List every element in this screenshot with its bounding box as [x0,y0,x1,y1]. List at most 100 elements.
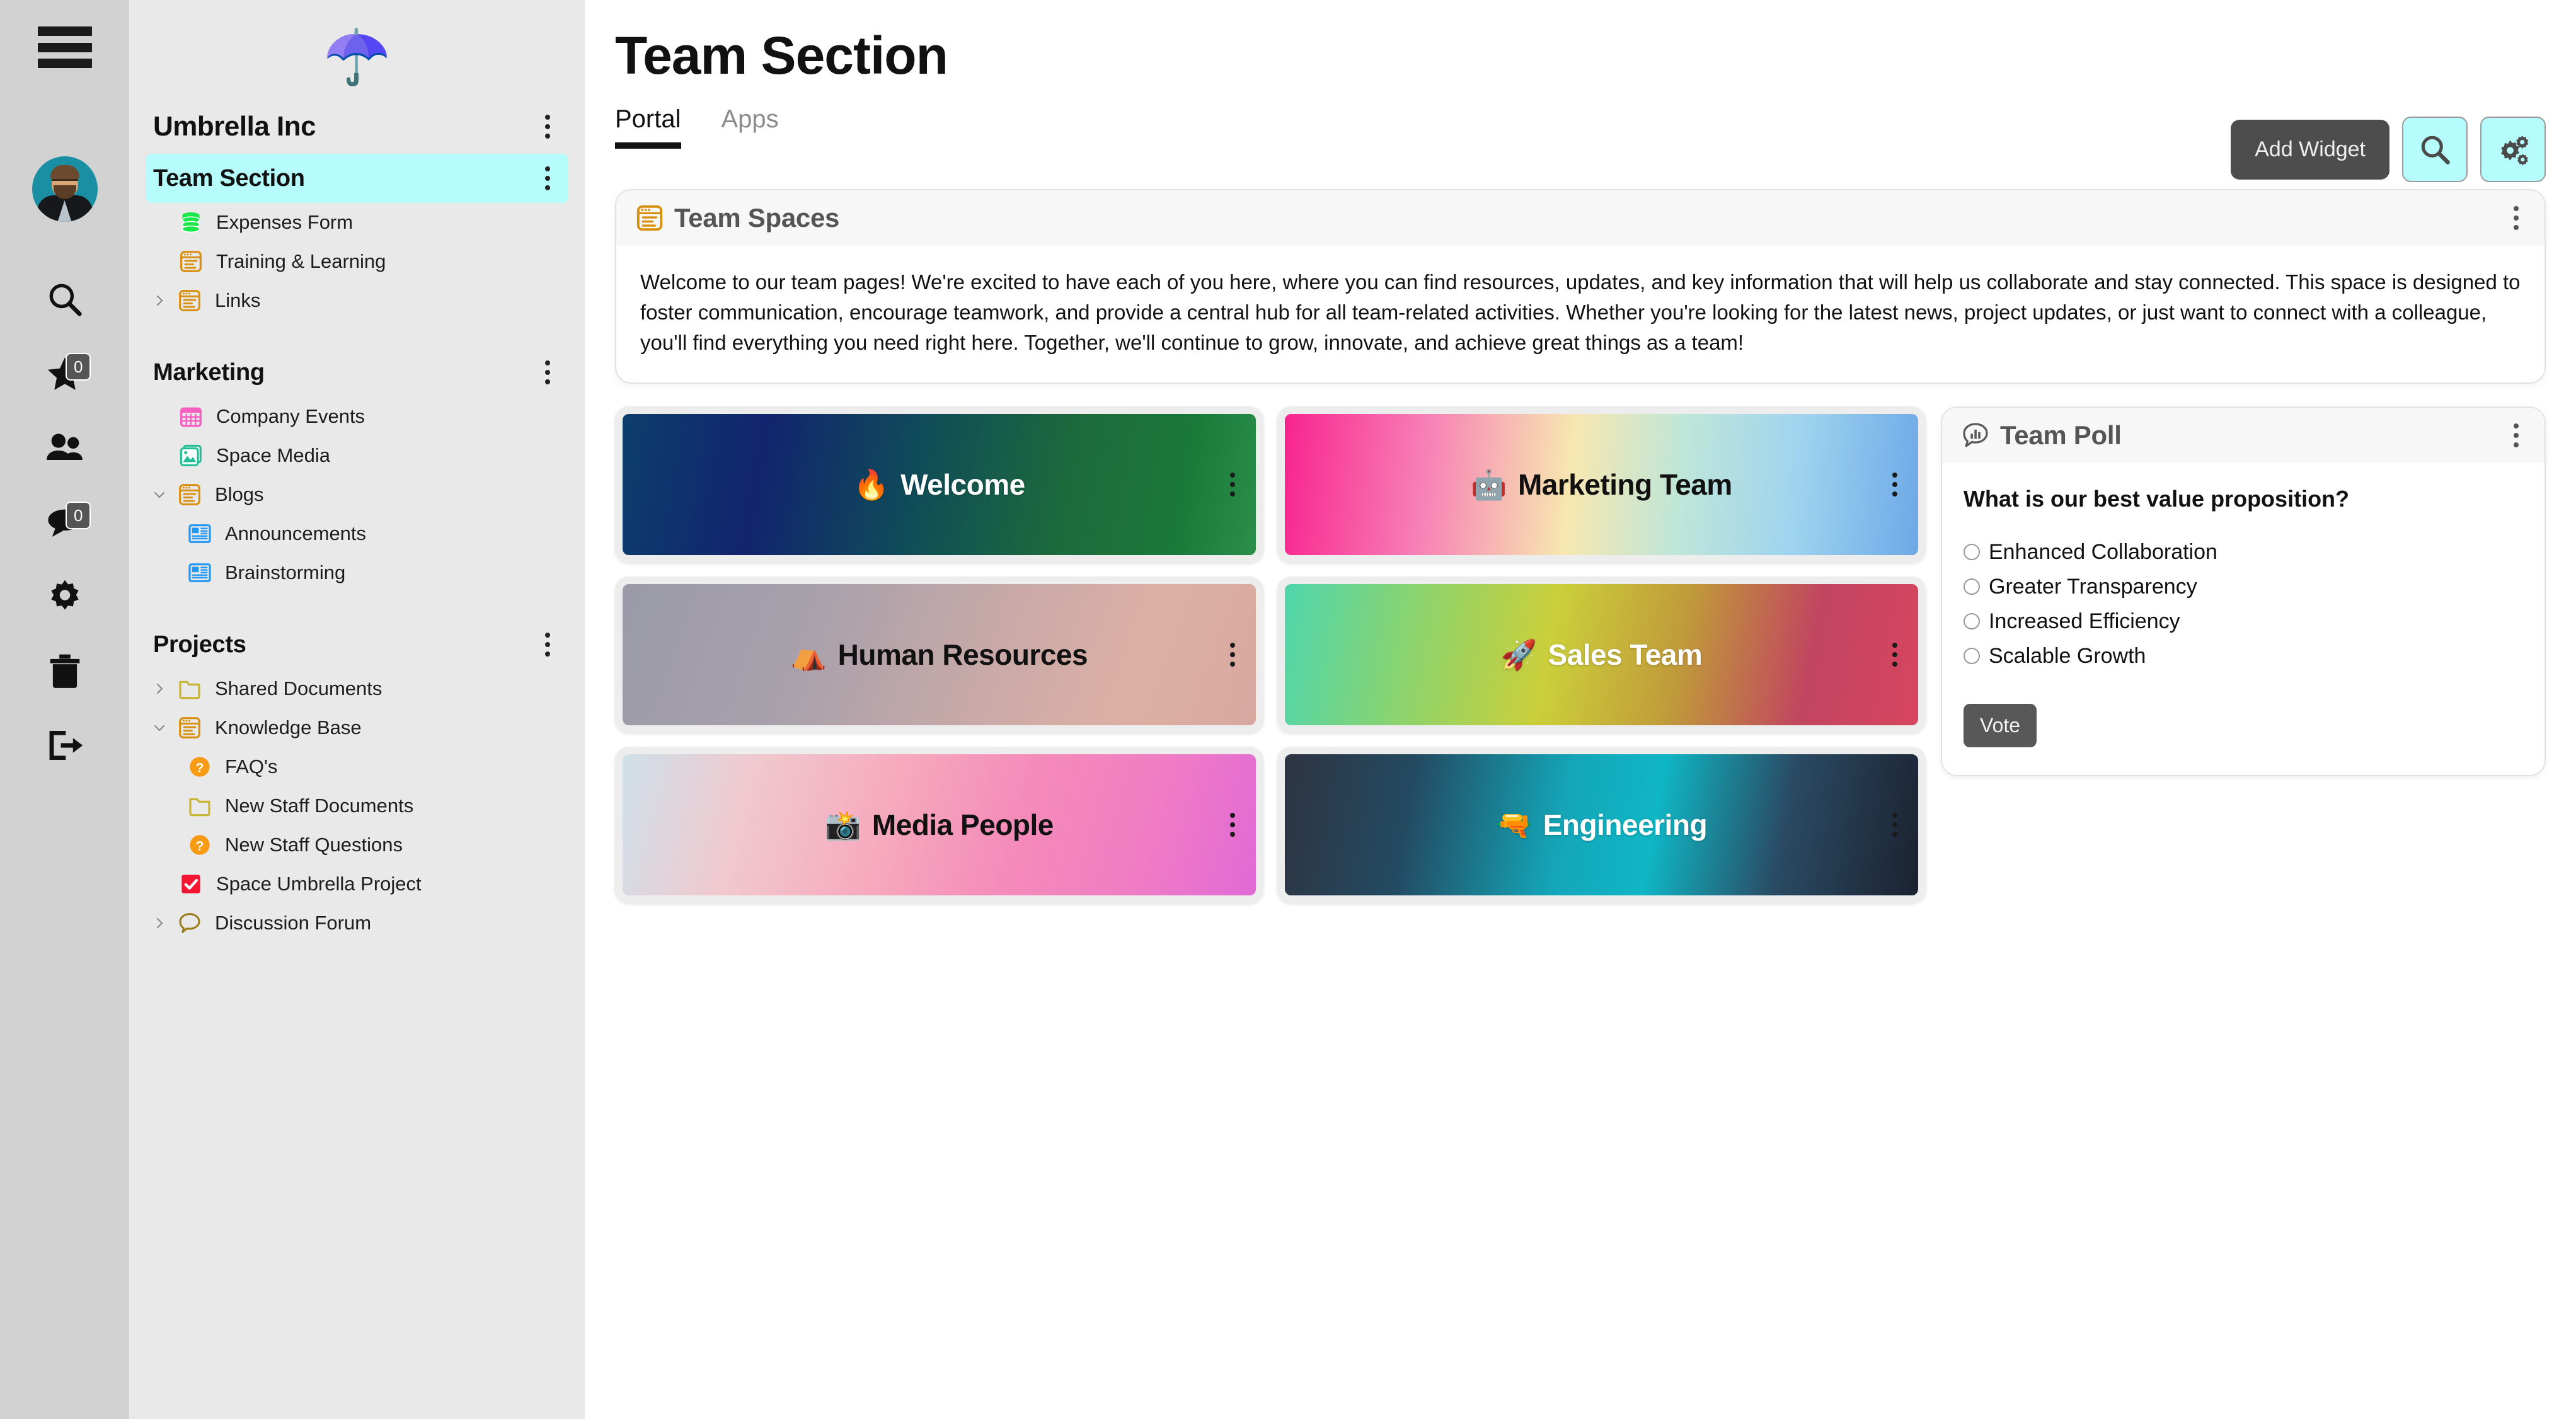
poll-option-label: Greater Transparency [1989,574,2197,599]
space-tile-human-resources[interactable]: ⛺ Human Resources [615,576,1263,733]
folder-icon [179,681,200,699]
chevron-right-icon[interactable] [146,916,173,931]
menu-toggle-button[interactable] [37,26,92,68]
poll-bubble-icon [1963,422,1988,447]
tile-label: Engineering [1543,808,1708,841]
tile-menu-button[interactable] [1885,640,1904,669]
sidebar-item-discussion-forum[interactable]: Discussion Forum [146,904,568,943]
sidebar-section-menu-button[interactable] [538,164,557,193]
rail-search-button[interactable] [0,262,129,336]
sidebar-item-knowledge-base[interactable]: Knowledge Base [146,708,568,747]
tile-menu-button[interactable] [1223,470,1242,499]
sidebar-item-space-media[interactable]: Space Media [146,436,568,475]
folder-icon [173,676,206,701]
poll-option-3[interactable]: Increased Efficiency [1964,609,2523,634]
database-icon [175,210,207,235]
sidebar-sections: Team Section Expenses Form Training & Le… [146,154,568,943]
team-poll-header: Team Poll [1942,407,2544,463]
tab-portal[interactable]: Portal [615,105,681,149]
tile-label: Marketing Team [1517,468,1732,501]
team-spaces-body: Welcome to our team pages! We're excited… [616,246,2544,382]
page-icon [179,717,200,738]
poll-question: What is our best value proposition? [1964,485,2350,512]
add-widget-button[interactable]: Add Widget [2231,119,2389,180]
tile-menu-button[interactable] [1223,810,1242,839]
radio-button[interactable] [1964,613,1980,630]
tab-apps[interactable]: Apps [722,105,779,149]
chevron-down-icon[interactable] [146,487,173,502]
radio-button[interactable] [1964,544,1980,561]
sidebar-item-announcements[interactable]: Announcements [146,514,568,553]
question-icon: ? [183,832,216,858]
calendar-icon [180,407,202,427]
poll-option-2[interactable]: Greater Transparency [1964,575,2523,599]
sidebar-item-new-staff-questions[interactable]: ? New Staff Questions [146,825,568,865]
rail-people-button[interactable] [0,411,129,485]
radio-button[interactable] [1964,648,1980,665]
news-icon [188,524,211,543]
sidebar-item-space-umbrella-project[interactable]: Space Umbrella Project [146,865,568,904]
sidebar-item-label: Space Umbrella Project [216,873,422,895]
chevron-down-icon [154,725,165,732]
space-tile-marketing-team[interactable]: 🤖 Marketing Team [1277,406,1926,563]
rail-settings-button[interactable] [0,560,129,634]
media-icon [175,443,207,468]
sidebar-item-blogs[interactable]: Blogs [146,475,568,514]
sidebar-item-company-events[interactable]: Company Events [146,397,568,436]
sidebar-item-label: Company Events [216,405,365,427]
sidebar-item-shared-documents[interactable]: Shared Documents [146,669,568,708]
sidebar-item-faq-s[interactable]: ? FAQ's [146,747,568,786]
sidebar-item-links[interactable]: Links [146,281,568,320]
space-tile-welcome[interactable]: 🔥 Welcome [615,406,1263,563]
org-row[interactable]: Umbrella Inc [146,100,568,154]
sidebar-section-projects[interactable]: Projects [146,620,568,669]
tile-menu-button[interactable] [1223,640,1242,669]
poll-option-1[interactable]: Enhanced Collaboration [1964,540,2523,565]
radio-button[interactable] [1964,578,1980,595]
sidebar-section-gap [146,592,568,620]
search-button[interactable] [2402,117,2468,182]
top-actions: Add Widget [2231,117,2546,182]
chevron-right-icon[interactable] [146,681,173,696]
sidebar-section-menu-button[interactable] [538,630,557,659]
avatar-hair [50,165,79,179]
tile-menu-button[interactable] [1885,810,1904,839]
tile-label-wrap: ⛺ Human Resources [791,638,1088,672]
space-tile-sales-team[interactable]: 🚀 Sales Team [1277,576,1926,733]
poll-options: Enhanced Collaboration Greater Transpare… [1964,540,2523,669]
chevron-right-icon[interactable] [146,293,173,308]
news-icon [183,521,216,546]
sidebar-item-new-staff-documents[interactable]: New Staff Documents [146,786,568,825]
avatar[interactable] [32,156,98,222]
org-menu-button[interactable] [538,112,557,141]
vote-button[interactable]: Vote [1964,703,2037,747]
rail-trash-button[interactable] [0,634,129,708]
tile-menu-button[interactable] [1885,470,1904,499]
space-tile-engineering[interactable]: 🔫 Engineering [1277,746,1926,903]
sidebar-section-menu-button[interactable] [538,358,557,387]
team-spaces-menu-button[interactable] [2507,204,2526,233]
sidebar-section-marketing[interactable]: Marketing [146,348,568,397]
team-poll-title: Team Poll [2000,420,2122,450]
team-poll-menu-button[interactable] [2507,421,2526,450]
page-icon [636,205,663,231]
rail-favorites-button[interactable]: 0 [0,336,129,411]
sidebar-item-training-learning[interactable]: Training & Learning [146,242,568,281]
sidebar-item-expenses-form[interactable]: Expenses Form [146,203,568,242]
chevron-down-icon[interactable] [146,720,173,735]
svg-text:?: ? [195,759,204,775]
sidebar-section-team-section[interactable]: Team Section [146,154,568,203]
poll-option-4[interactable]: Scalable Growth [1964,644,2523,669]
sidebar-item-brainstorming[interactable]: Brainstorming [146,553,568,592]
space-tile-media-people[interactable]: 📸 Media People [615,746,1263,903]
search-icon [2421,135,2450,164]
spaces-row: 🔥 Welcome 🤖 Marketing Team ⛺ Human Resou… [615,406,2546,903]
rail-logout-button[interactable] [0,708,129,783]
settings-button[interactable] [2480,117,2546,182]
question-icon: ? [190,757,210,777]
rail-messages-button[interactable]: 0 [0,485,129,560]
page-icon [175,249,207,274]
team-spaces-widget: Team Spaces Welcome to our team pages! W… [615,189,2546,384]
people-icon [46,434,83,461]
sidebar-section-gap [146,320,568,348]
